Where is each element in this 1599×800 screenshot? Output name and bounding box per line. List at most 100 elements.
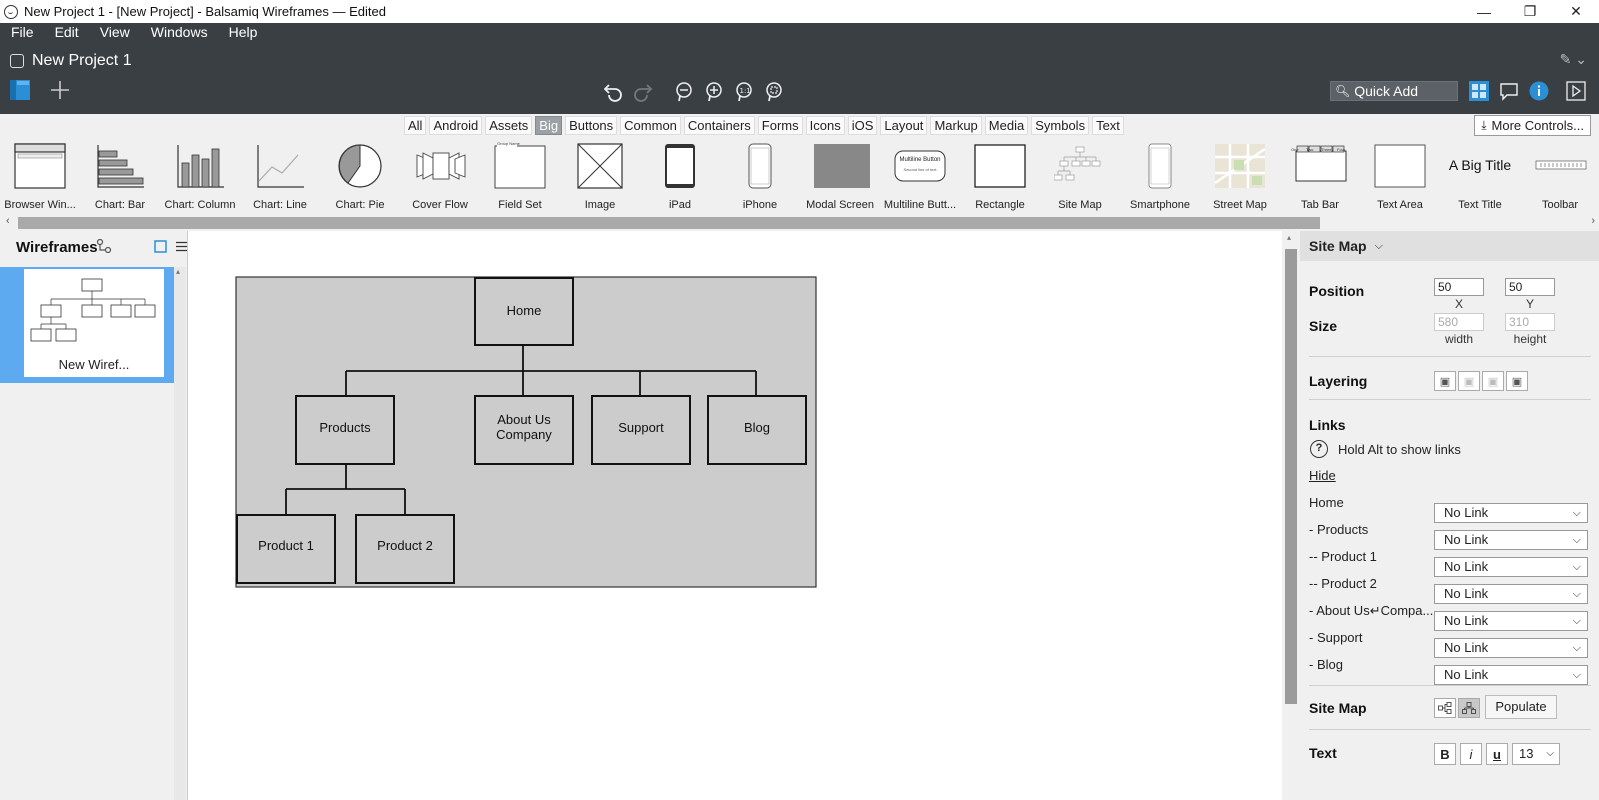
tab-text[interactable]: Text	[1092, 116, 1124, 135]
tab-big[interactable]: Big	[535, 116, 563, 135]
gallery-item-chart-bar[interactable]: Chart: Bar	[80, 137, 160, 215]
redo-icon[interactable]	[630, 78, 656, 106]
gallery-item-field-set[interactable]: Group Name Field Set	[480, 137, 560, 215]
tab-containers[interactable]: Containers	[683, 116, 755, 135]
quick-add-input[interactable]: 🔍︎ Quick Add	[1330, 81, 1458, 101]
info-icon[interactable]	[1528, 80, 1550, 102]
tab-layout[interactable]: Layout	[880, 116, 928, 135]
gallery-item-toolbar[interactable]: Toolbar	[1520, 137, 1599, 215]
tab-all[interactable]: All	[404, 116, 427, 135]
gallery-item-modal-screen[interactable]: Modal Screen	[800, 137, 880, 215]
width-input[interactable]: 580	[1434, 313, 1484, 331]
bring-to-front-icon[interactable]: ▣	[1434, 371, 1456, 391]
link-select-product-2[interactable]: No Link ⌵	[1434, 584, 1588, 604]
bold-button[interactable]: B	[1434, 743, 1456, 765]
gallery-scroll-thumb[interactable]	[18, 217, 1320, 229]
gallery-item-image[interactable]: Image	[560, 137, 640, 215]
height-input[interactable]: 310	[1505, 313, 1555, 331]
tab-markup[interactable]: Markup	[930, 116, 982, 135]
thumbnail-view-icon[interactable]	[154, 239, 167, 253]
gallery-item-ipad[interactable]: iPad	[640, 137, 720, 215]
canvas-scroll-thumb[interactable]	[1285, 249, 1297, 704]
gallery-item-smartphone[interactable]: Smartphone	[1120, 137, 1200, 215]
wireframes-panel-icon[interactable]	[8, 78, 32, 102]
gallery-item-browser-window[interactable]: Browser Win...	[0, 137, 80, 215]
sitemap-view-icon[interactable]	[96, 239, 112, 253]
link-select-support[interactable]: No Link ⌵	[1434, 638, 1588, 658]
gallery-item-iphone[interactable]: iPhone	[720, 137, 800, 215]
zoom-fit-icon[interactable]	[762, 80, 786, 104]
project-name[interactable]: New Project 1	[32, 52, 132, 70]
edit-pencil-icon[interactable]: ✎ ⌄	[1560, 51, 1587, 68]
gallery-item-multiline-button[interactable]: Multiline Button Second line of text Mul…	[880, 137, 960, 215]
position-y-input[interactable]: 50	[1505, 278, 1555, 296]
menu-view[interactable]: View	[89, 24, 140, 40]
gallery-item-street-map[interactable]: Street Map	[1200, 137, 1280, 215]
italic-button[interactable]: i	[1460, 743, 1482, 765]
position-x-input[interactable]: 50	[1434, 278, 1484, 296]
gallery-item-chart-pie[interactable]: Chart: Pie	[320, 137, 400, 215]
gallery-item-tab-bar[interactable]: One Two Three Four Tab Bar	[1280, 137, 1360, 215]
gallery-scrollbar[interactable]: ‹ ›	[0, 215, 1599, 231]
tab-buttons[interactable]: Buttons	[565, 116, 618, 135]
zoom-in-icon[interactable]	[702, 80, 726, 104]
gallery-item-chart-column[interactable]: Chart: Column	[160, 137, 240, 215]
scroll-right-icon[interactable]: ›	[1591, 215, 1595, 227]
zoom-out-icon[interactable]	[672, 80, 696, 104]
link-select-home[interactable]: No Link ⌵	[1434, 503, 1588, 523]
chevron-down-icon[interactable]: ⌵	[1375, 240, 1383, 253]
link-select-products[interactable]: No Link ⌵	[1434, 530, 1588, 550]
list-view-icon[interactable]	[175, 240, 188, 253]
send-to-back-icon[interactable]: ▣	[1506, 371, 1528, 391]
menu-file[interactable]: File	[0, 24, 44, 40]
link-select-product-1[interactable]: No Link ⌵	[1434, 557, 1588, 577]
zoom-actual-icon[interactable]: 1:1	[732, 80, 756, 104]
link-select-about-us[interactable]: No Link ⌵	[1434, 611, 1588, 631]
underline-button[interactable]: u	[1486, 743, 1508, 765]
ui-library-icon[interactable]	[1468, 80, 1490, 102]
tab-media[interactable]: Media	[984, 116, 1029, 135]
tab-assets[interactable]: Assets	[485, 116, 533, 135]
font-size-select[interactable]: 13 ⌵	[1512, 743, 1560, 765]
gallery-item-cover-flow[interactable]: Cover Flow	[400, 137, 480, 215]
send-backward-icon[interactable]: ▣	[1482, 371, 1504, 391]
comment-icon[interactable]	[1498, 80, 1520, 102]
canvas-scrollbar[interactable]: ▴	[1282, 231, 1300, 800]
tab-forms[interactable]: Forms	[757, 116, 803, 135]
menu-edit[interactable]: Edit	[44, 24, 89, 40]
tab-ios[interactable]: iOS	[847, 116, 878, 135]
undo-icon[interactable]	[600, 78, 626, 106]
menu-help[interactable]: Help	[218, 24, 268, 40]
close-icon[interactable]: ✕	[1553, 0, 1599, 23]
gallery-item-site-map[interactable]: Site Map	[1040, 137, 1120, 215]
scroll-left-icon[interactable]: ‹	[6, 215, 10, 227]
maximize-icon[interactable]: ❐	[1507, 0, 1553, 23]
gallery-item-chart-line[interactable]: Chart: Line	[240, 137, 320, 215]
more-controls-button[interactable]: ⤓ More Controls...	[1474, 115, 1591, 136]
wireframes-panel-scrollbar[interactable]: ▴	[174, 267, 186, 800]
tab-android[interactable]: Android	[429, 116, 483, 135]
wireframe-thumbnail-selected[interactable]: New Wiref...	[0, 267, 174, 383]
sitemap-label-blog: Blog	[743, 420, 771, 435]
scroll-up-icon[interactable]: ▴	[1287, 233, 1291, 242]
presentation-mode-icon[interactable]	[1565, 80, 1587, 102]
sitemap-horizontal-icon[interactable]	[1434, 698, 1456, 718]
add-wireframe-icon[interactable]	[48, 78, 72, 102]
hide-links-link[interactable]: Hide	[1309, 468, 1336, 483]
wireframe-canvas[interactable]: Home Products About Us Company Support B…	[188, 231, 1284, 800]
gallery-item-rectangle[interactable]: Rectangle	[960, 137, 1040, 215]
tab-icons[interactable]: Icons	[805, 116, 845, 135]
inspector-header[interactable]: Site Map ⌵	[1300, 231, 1599, 261]
menu-windows[interactable]: Windows	[140, 24, 218, 40]
bring-forward-icon[interactable]: ▣	[1458, 371, 1480, 391]
gallery-item-text-area[interactable]: Text Area	[1360, 137, 1440, 215]
populate-button[interactable]: Populate	[1485, 695, 1557, 719]
tab-symbols[interactable]: Symbols	[1031, 116, 1090, 135]
link-select-blog[interactable]: No Link ⌵	[1434, 665, 1588, 685]
gallery-item-text-title[interactable]: A Big Title Text Title	[1440, 137, 1520, 215]
scroll-up-icon[interactable]: ▴	[176, 267, 180, 276]
help-icon[interactable]: ?	[1310, 440, 1328, 458]
minimize-icon[interactable]: —	[1461, 0, 1507, 23]
sitemap-vertical-icon[interactable]	[1458, 698, 1480, 718]
tab-common[interactable]: Common	[620, 116, 681, 135]
